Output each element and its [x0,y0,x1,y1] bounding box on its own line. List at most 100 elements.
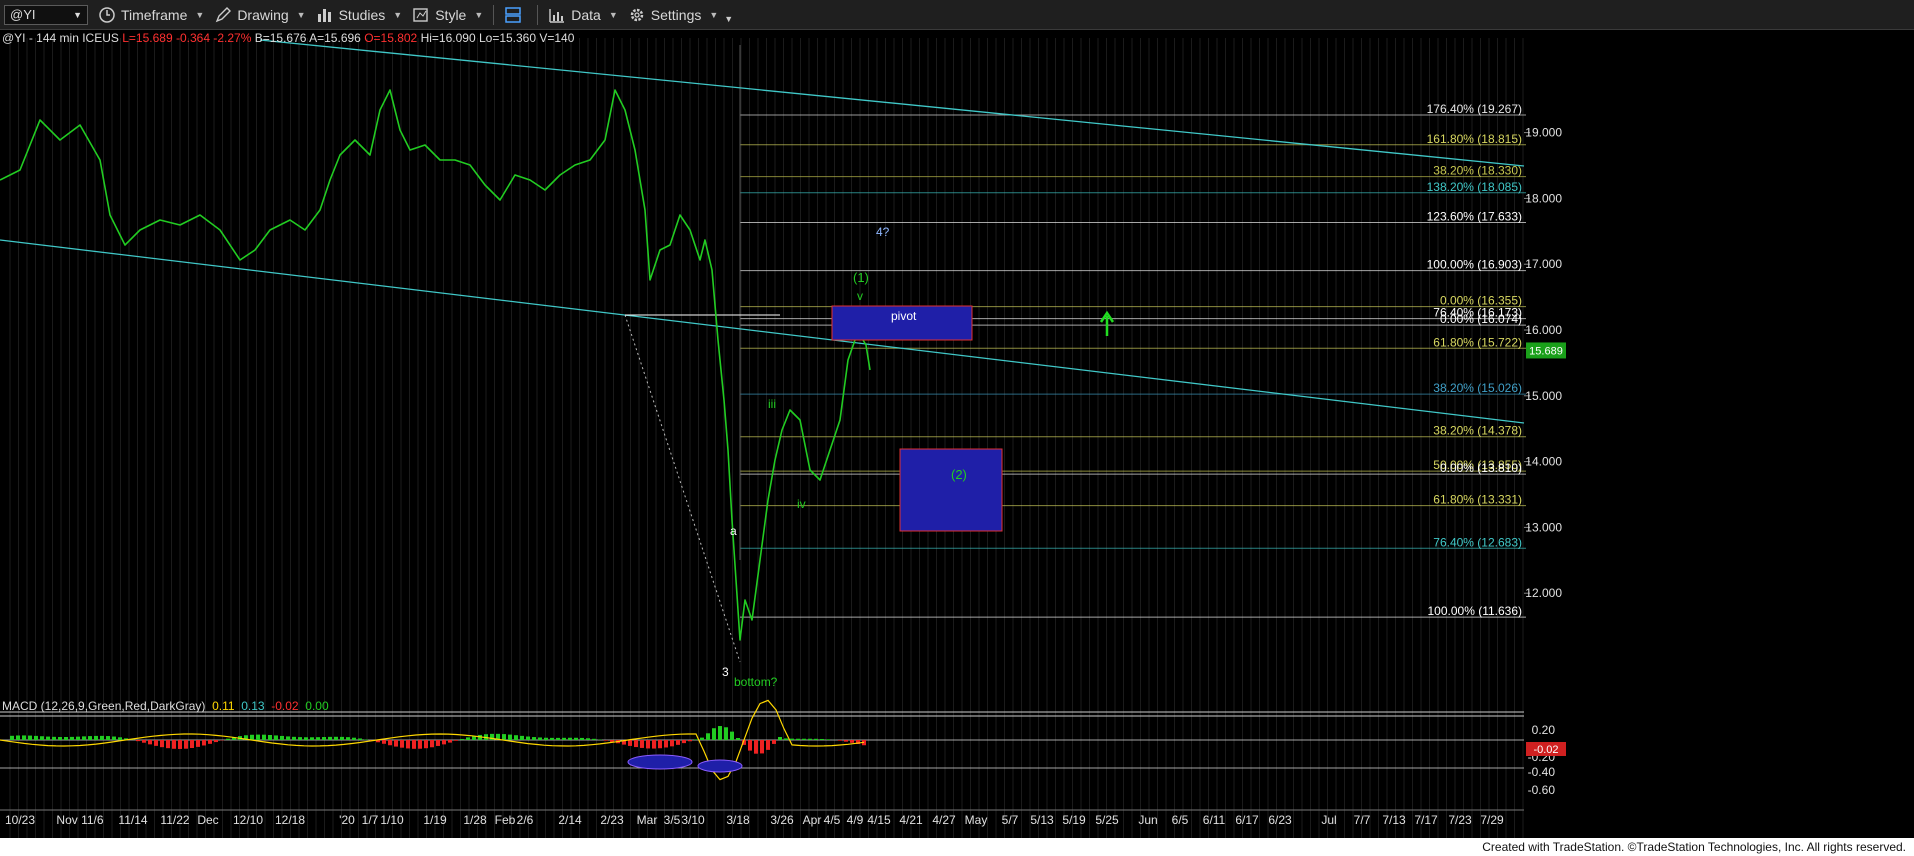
time-axis-label: Nov 11/6 [56,813,103,827]
macd-histogram-bar [322,737,326,740]
time-axis-label: 2/6 [517,813,534,827]
chevron-down-icon: ▼ [195,9,205,20]
time-axis-label: 11/22 [160,813,189,827]
more-menu-icon[interactable]: ▼ [724,14,733,24]
macd-histogram-bar [280,735,284,740]
time-axis-label: 5/25 [1095,813,1119,827]
macd-histogram-bar [70,736,74,740]
chart-area[interactable]: 176.40% (19.267) 161.80% (18.815) 38.20% (… [0,30,1914,838]
macd-histogram-bar [760,740,764,754]
macd-histogram-bar [256,734,260,740]
macd-histogram-bar [286,736,290,740]
time-axis-label: 10/23 [5,813,35,827]
fib-level-label: 38.20% (15.026) [1433,381,1522,395]
macd-histogram-bar [526,736,530,740]
macd-histogram-bar [406,740,410,749]
time-axis-label: 3/18 [726,813,750,827]
macd-histogram-bar [796,738,800,740]
layout-button[interactable] [504,3,527,27]
wave-iv-label: iv [797,497,806,511]
data-label: Data [571,6,601,23]
macd-histogram-bar [592,738,596,740]
macd-histogram-bar [766,740,770,750]
fib-level-label: 0.00% (16.074) [1440,312,1522,326]
macd-histogram-bar [604,740,608,741]
macd-histogram-bar [802,738,806,740]
macd-histogram-bar [850,740,854,743]
last-price-badge-text: 15.689 [1529,345,1563,357]
time-axis-label: 6/17 [1235,813,1259,827]
macd-axis-label: -0.60 [1528,783,1556,797]
fib-level-label: 176.40% (19.267) [1427,102,1522,116]
fib-level-label: 0.00% (13.810) [1440,461,1522,475]
price-axis-label: 16.000 [1525,323,1562,337]
gear-icon [628,6,646,24]
time-axis-label: 1/10 [380,813,404,827]
macd-histogram-bar [790,738,794,740]
macd-histogram-bar [820,738,824,740]
macd-histogram-bar [670,740,674,747]
macd-histogram-bar [442,740,446,745]
macd-histogram-bar [394,740,398,747]
time-axis-label: Mar [637,813,658,827]
macd-histogram-bar [226,738,230,740]
macd-histogram-bar [100,735,104,740]
symbol-timeframe: @YI - 144 min [2,31,79,45]
time-axis-label: May [965,813,988,827]
macd-histogram-bar [640,740,644,748]
macd-histogram-bar [328,736,332,740]
macd-histogram-bar [778,736,782,740]
bottom-label: bottom? [734,675,778,689]
macd-histogram-bar [340,736,344,740]
data-menu[interactable]: Data ▼ [548,3,618,27]
macd-histogram-bar [784,738,788,740]
price-axis-label: 15.000 [1525,389,1562,403]
time-axis-label: 4/21 [899,813,923,827]
macd-histogram-bar [154,740,158,746]
macd-histogram-bar [34,735,38,740]
studies-menu[interactable]: Studies ▼ [316,3,402,27]
macd-histogram-bar [814,738,818,740]
macd-histogram-bar [358,738,362,740]
macd-histogram-bar [634,740,638,748]
macd-histogram-bar [142,740,146,743]
wave-iii-label: iii [768,397,776,411]
macd-histogram-bar [688,740,692,742]
macd-histogram-bar [202,740,206,746]
macd-histogram-bar [628,740,632,746]
macd-histogram-bar [82,736,86,740]
macd-histogram-bar [808,738,812,740]
time-axis-label: Jun [1138,813,1157,827]
macd-histogram-bar [508,734,512,740]
time-axis-label: 1/19 [423,813,447,827]
macd-histogram-bar [430,740,434,748]
wave-a-label: a [730,524,737,538]
chart-canvas[interactable]: 176.40% (19.267) 161.80% (18.815) 38.20% (… [0,30,1914,838]
macd-histogram-bar [652,740,656,749]
macd-histogram-bar [292,736,296,740]
macd-histogram-bar [562,737,566,740]
settings-menu[interactable]: Settings ▼ [628,3,718,27]
studies-label: Studies [338,6,386,23]
macd-histogram-bar [304,737,308,740]
macd-histogram-bar [58,736,62,740]
time-axis-label: Dec [197,813,218,827]
macd-axis-label: -0.40 [1528,765,1556,779]
macd-histogram-bar [532,737,536,740]
wave-2-label: (2) [951,467,967,482]
macd-histogram-bar [22,735,26,740]
style-menu[interactable]: Style ▼ [412,3,483,27]
drawing-menu[interactable]: Drawing ▼ [214,3,306,27]
macd-histogram-bar [28,735,32,740]
macd-info-line: MACD (12,26,9,Green,Red,DarkGray) 0.11 0… [2,699,329,713]
macd-histogram-bar [574,737,578,740]
macd-histogram-bar [826,739,830,740]
timeframe-menu[interactable]: Timeframe ▼ [98,3,204,27]
macd-histogram-bar [424,740,428,749]
macd-histogram-bar [844,740,848,742]
macd-value: 0.11 [212,699,235,713]
toolbar-divider [537,4,539,25]
macd-label: MACD (12,26,9,Green,Red,DarkGray) [2,699,206,713]
symbol-selector[interactable]: @YI ▼ [4,4,88,25]
chevron-down-icon: ▼ [608,9,618,20]
